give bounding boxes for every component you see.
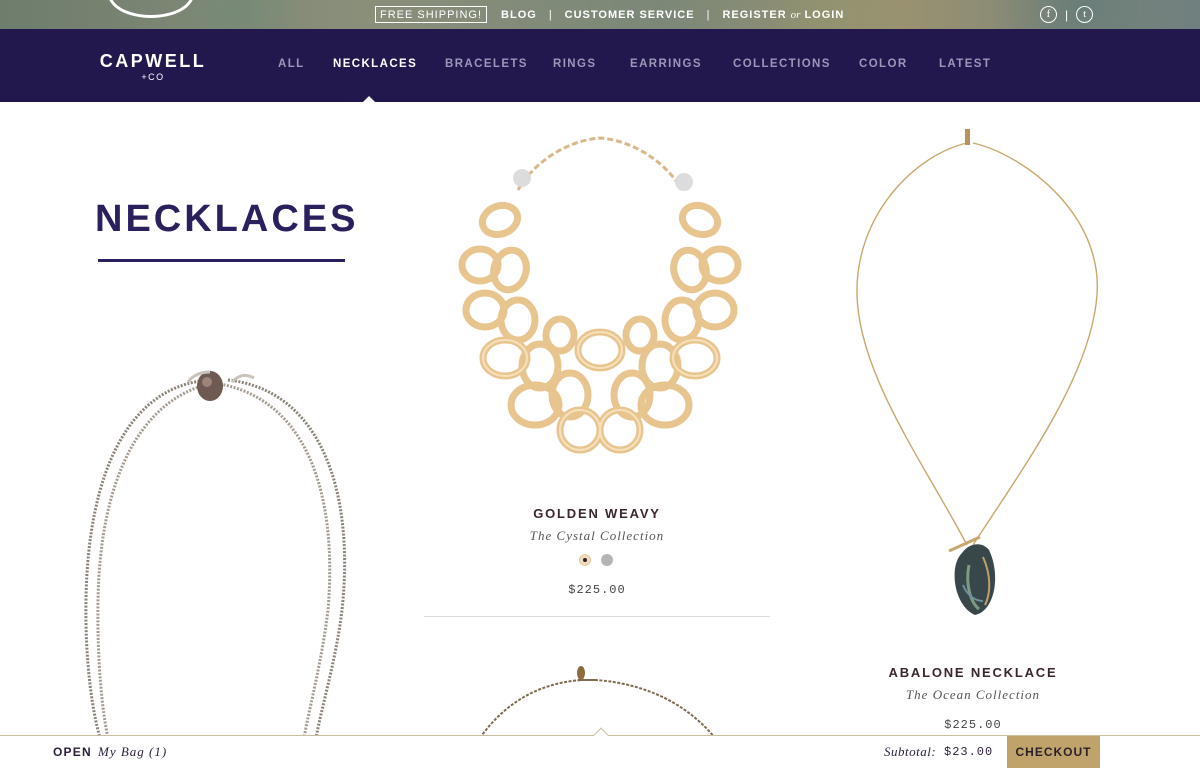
nav-item-color[interactable]: COLOR [859,58,908,70]
silver-chain-necklace-image[interactable] [70,360,370,738]
nav-item-earrings[interactable]: EARRINGS [630,58,702,70]
brand-subtitle: +CO [141,72,165,82]
utility-separator: | [706,8,711,21]
nav-item-bracelets[interactable]: BRACELETS [445,58,528,70]
product-collection: The Ocean Collection [905,687,1041,702]
abalone-necklace-image[interactable] [845,125,1110,625]
customer-service-link[interactable]: CUSTOMER SERVICE [565,9,695,21]
or-text: or [790,8,801,21]
active-nav-indicator [362,96,376,103]
silver-swatch[interactable] [601,554,613,566]
nav-item-necklaces[interactable]: NECKLACES [333,58,417,70]
subtotal-label: Subtotal: [884,744,937,759]
product-price: $225.00 [944,718,1002,732]
twitter-icon[interactable]: t [1076,6,1094,23]
top-logo-badge[interactable] [108,0,194,18]
product-price: $225.00 [568,583,626,597]
bag-count-label[interactable]: My Bag (1) [98,744,167,760]
facebook-icon[interactable]: f [1040,6,1057,23]
page-title: NECKLACES [95,198,359,240]
login-link[interactable]: LOGIN [804,9,844,21]
product-divider [424,616,770,617]
golden-weavy-necklace-image[interactable] [440,130,760,460]
nav-item-all[interactable]: ALL [278,58,305,70]
utility-links: FREE SHIPPING! BLOG | CUSTOMER SERVICE |… [375,6,844,23]
main-navigation: CAPWELL +CO ALL NECKLACES BRACELETS RING… [0,29,1200,102]
subtotal-value: $23.00 [944,745,994,759]
free-shipping-badge[interactable]: FREE SHIPPING! [375,6,488,23]
product-name[interactable]: ABALONE NECKLACE [800,665,1146,680]
nav-item-rings[interactable]: RINGS [553,58,596,70]
nav-item-collections[interactable]: COLLECTIONS [733,58,831,70]
nav-item-latest[interactable]: LATEST [939,58,991,70]
product-name[interactable]: GOLDEN WEAVY [424,506,770,521]
color-swatches [579,554,613,566]
checkout-button[interactable]: CHECKOUT [1007,736,1100,768]
blog-link[interactable]: BLOG [501,9,537,21]
product-collection: The Cystal Collection [529,528,665,543]
register-link[interactable]: REGISTER [722,9,786,21]
utility-separator: | [548,8,553,21]
brand-name: CAPWELL [99,51,207,71]
shopping-bag-bar: OPEN My Bag (1) Subtotal: $23.00 CHECKOU… [0,735,1200,768]
gold-swatch[interactable] [579,554,591,566]
social-separator: | [1065,7,1069,22]
social-links: f | t [1040,6,1094,23]
utility-bar: FREE SHIPPING! BLOG | CUSTOMER SERVICE |… [0,0,1200,29]
bag-toggle-notch[interactable] [593,727,609,736]
brand-logo[interactable]: CAPWELL +CO [97,52,209,82]
open-bag-button[interactable]: OPEN [53,745,92,759]
title-underline [98,259,345,262]
